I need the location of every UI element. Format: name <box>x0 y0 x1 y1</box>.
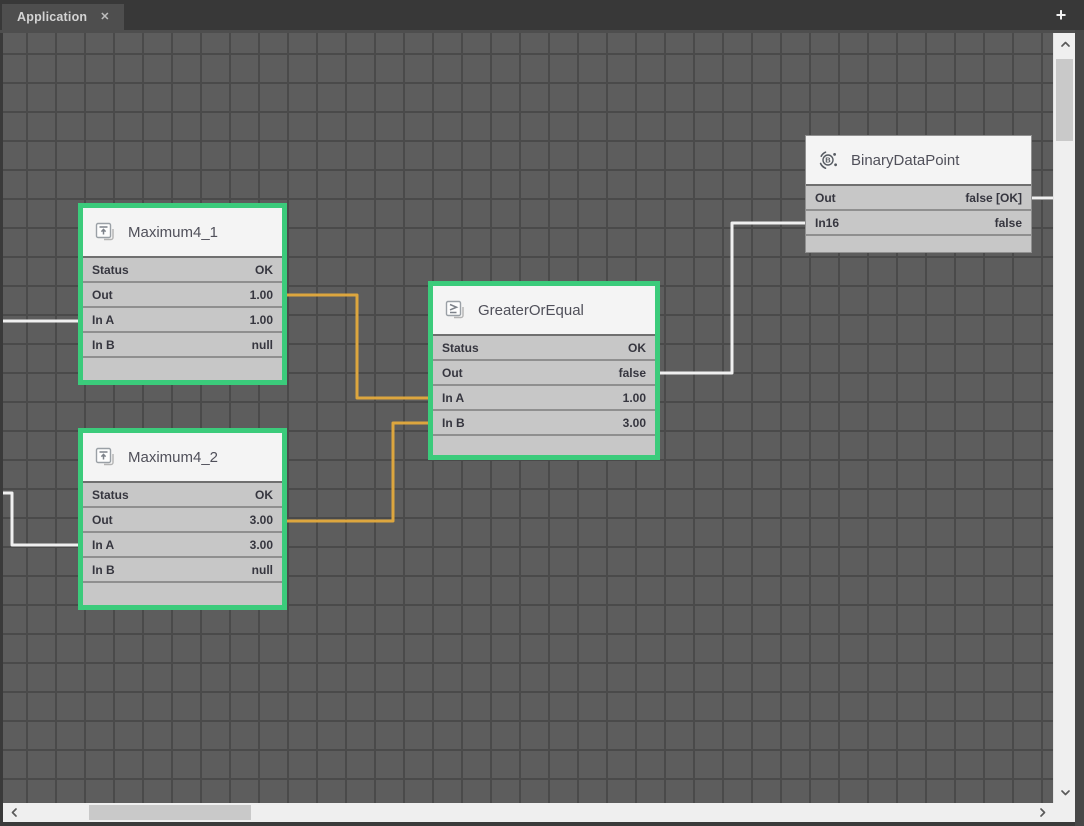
pin-label: Status <box>92 488 129 502</box>
pin-value: OK <box>628 341 646 355</box>
pin-value: false <box>995 216 1022 230</box>
pin-value: 1.00 <box>623 391 646 405</box>
pin-value: 3.00 <box>623 416 646 430</box>
node-greaterorequal[interactable]: GreaterOrEqual Status OK Out false In A … <box>428 281 660 460</box>
node-footer <box>83 358 282 380</box>
vertical-scrollbar-thumb[interactable] <box>1056 59 1073 141</box>
node-maximum4_2-header[interactable]: Maximum4_2 <box>83 433 282 483</box>
scroll-left-arrow-icon[interactable] <box>3 803 25 822</box>
wiresheet-window: Application ✕ + Maximum4_1 <box>0 0 1084 826</box>
pin-out[interactable]: Out false [OK] <box>806 186 1031 211</box>
pin-value: false [OK] <box>965 191 1022 205</box>
pin-label: In A <box>92 313 114 327</box>
window-right-frame <box>1075 30 1084 826</box>
horizontal-scrollbar-thumb[interactable] <box>89 805 251 820</box>
pin-in16[interactable]: In16 false <box>806 211 1031 236</box>
binary-data-point-icon: B <box>816 148 840 172</box>
pin-label: Status <box>442 341 479 355</box>
node-title: Maximum4_1 <box>128 224 218 241</box>
wire-left-to-maximum4_2-inA[interactable] <box>3 493 81 545</box>
maximum-icon <box>93 220 117 244</box>
pin-label: In B <box>92 338 115 352</box>
vertical-scrollbar[interactable] <box>1053 33 1075 803</box>
greater-or-equal-icon <box>443 298 467 322</box>
pin-inA[interactable]: In A 1.00 <box>83 308 282 333</box>
pin-inB[interactable]: In B 3.00 <box>433 411 655 436</box>
add-tab-button[interactable]: + <box>1050 3 1072 27</box>
pin-label: In B <box>442 416 465 430</box>
pin-out[interactable]: Out false <box>433 361 655 386</box>
node-maximum4_1[interactable]: Maximum4_1 Status OK Out 1.00 In A 1.00 … <box>78 203 287 385</box>
node-maximum4_2[interactable]: Maximum4_2 Status OK Out 3.00 In A 3.00 … <box>78 428 287 610</box>
pin-inA[interactable]: In A 1.00 <box>433 386 655 411</box>
scroll-up-arrow-icon[interactable] <box>1054 33 1076 55</box>
scroll-down-arrow-icon[interactable] <box>1054 781 1076 803</box>
pin-inB[interactable]: In B null <box>83 333 282 358</box>
node-greaterorequal-header[interactable]: GreaterOrEqual <box>433 286 655 336</box>
node-binarydatapoint-header[interactable]: B BinaryDataPoint <box>806 136 1031 186</box>
wire-greaterorequal-out-to-binarydatapoint-in16[interactable] <box>659 223 807 373</box>
scroll-right-arrow-icon[interactable] <box>1031 803 1053 822</box>
tab-bar: Application ✕ + <box>0 0 1084 30</box>
pin-label: In A <box>442 391 464 405</box>
wiresheet-canvas[interactable]: Maximum4_1 Status OK Out 1.00 In A 1.00 … <box>3 33 1053 803</box>
svg-text:B: B <box>825 156 831 165</box>
pin-label: Out <box>92 513 113 527</box>
pin-label: Status <box>92 263 129 277</box>
pin-value: null <box>252 338 273 352</box>
pin-label: Out <box>442 366 463 380</box>
node-title: GreaterOrEqual <box>478 302 584 319</box>
node-footer <box>806 236 1031 252</box>
node-title: Maximum4_2 <box>128 449 218 466</box>
pin-out[interactable]: Out 1.00 <box>83 283 282 308</box>
horizontal-scrollbar[interactable] <box>3 803 1053 822</box>
pin-value: null <box>252 563 273 577</box>
pin-inB[interactable]: In B null <box>83 558 282 583</box>
pin-out[interactable]: Out 3.00 <box>83 508 282 533</box>
maximum-icon <box>93 445 117 469</box>
pin-inA[interactable]: In A 3.00 <box>83 533 282 558</box>
wire-maximum4_1-out-to-greaterorequal-inA[interactable] <box>286 295 431 398</box>
pin-label: In B <box>92 563 115 577</box>
pin-status[interactable]: Status OK <box>83 483 282 508</box>
node-title: BinaryDataPoint <box>851 152 959 169</box>
pin-value: false <box>619 366 646 380</box>
pin-value: OK <box>255 263 273 277</box>
node-binarydatapoint[interactable]: B BinaryDataPoint Out false [OK] In16 fa… <box>805 135 1032 253</box>
scrollbar-corner <box>1053 803 1075 822</box>
tab-close-icon[interactable]: ✕ <box>100 12 109 23</box>
pin-value: 3.00 <box>250 513 273 527</box>
pin-status[interactable]: Status OK <box>83 258 282 283</box>
pin-label: In16 <box>815 216 839 230</box>
pin-label: In A <box>92 538 114 552</box>
node-maximum4_1-header[interactable]: Maximum4_1 <box>83 208 282 258</box>
pin-value: 3.00 <box>250 538 273 552</box>
pin-label: Out <box>92 288 113 302</box>
tab-label: Application <box>17 10 87 24</box>
pin-value: 1.00 <box>250 313 273 327</box>
tab-application[interactable]: Application ✕ <box>2 4 124 30</box>
pin-status[interactable]: Status OK <box>433 336 655 361</box>
pin-value: 1.00 <box>250 288 273 302</box>
wire-maximum4_2-out-to-greaterorequal-inB[interactable] <box>286 423 431 521</box>
pin-label: Out <box>815 191 836 205</box>
node-footer <box>433 436 655 455</box>
pin-value: OK <box>255 488 273 502</box>
node-footer <box>83 583 282 605</box>
